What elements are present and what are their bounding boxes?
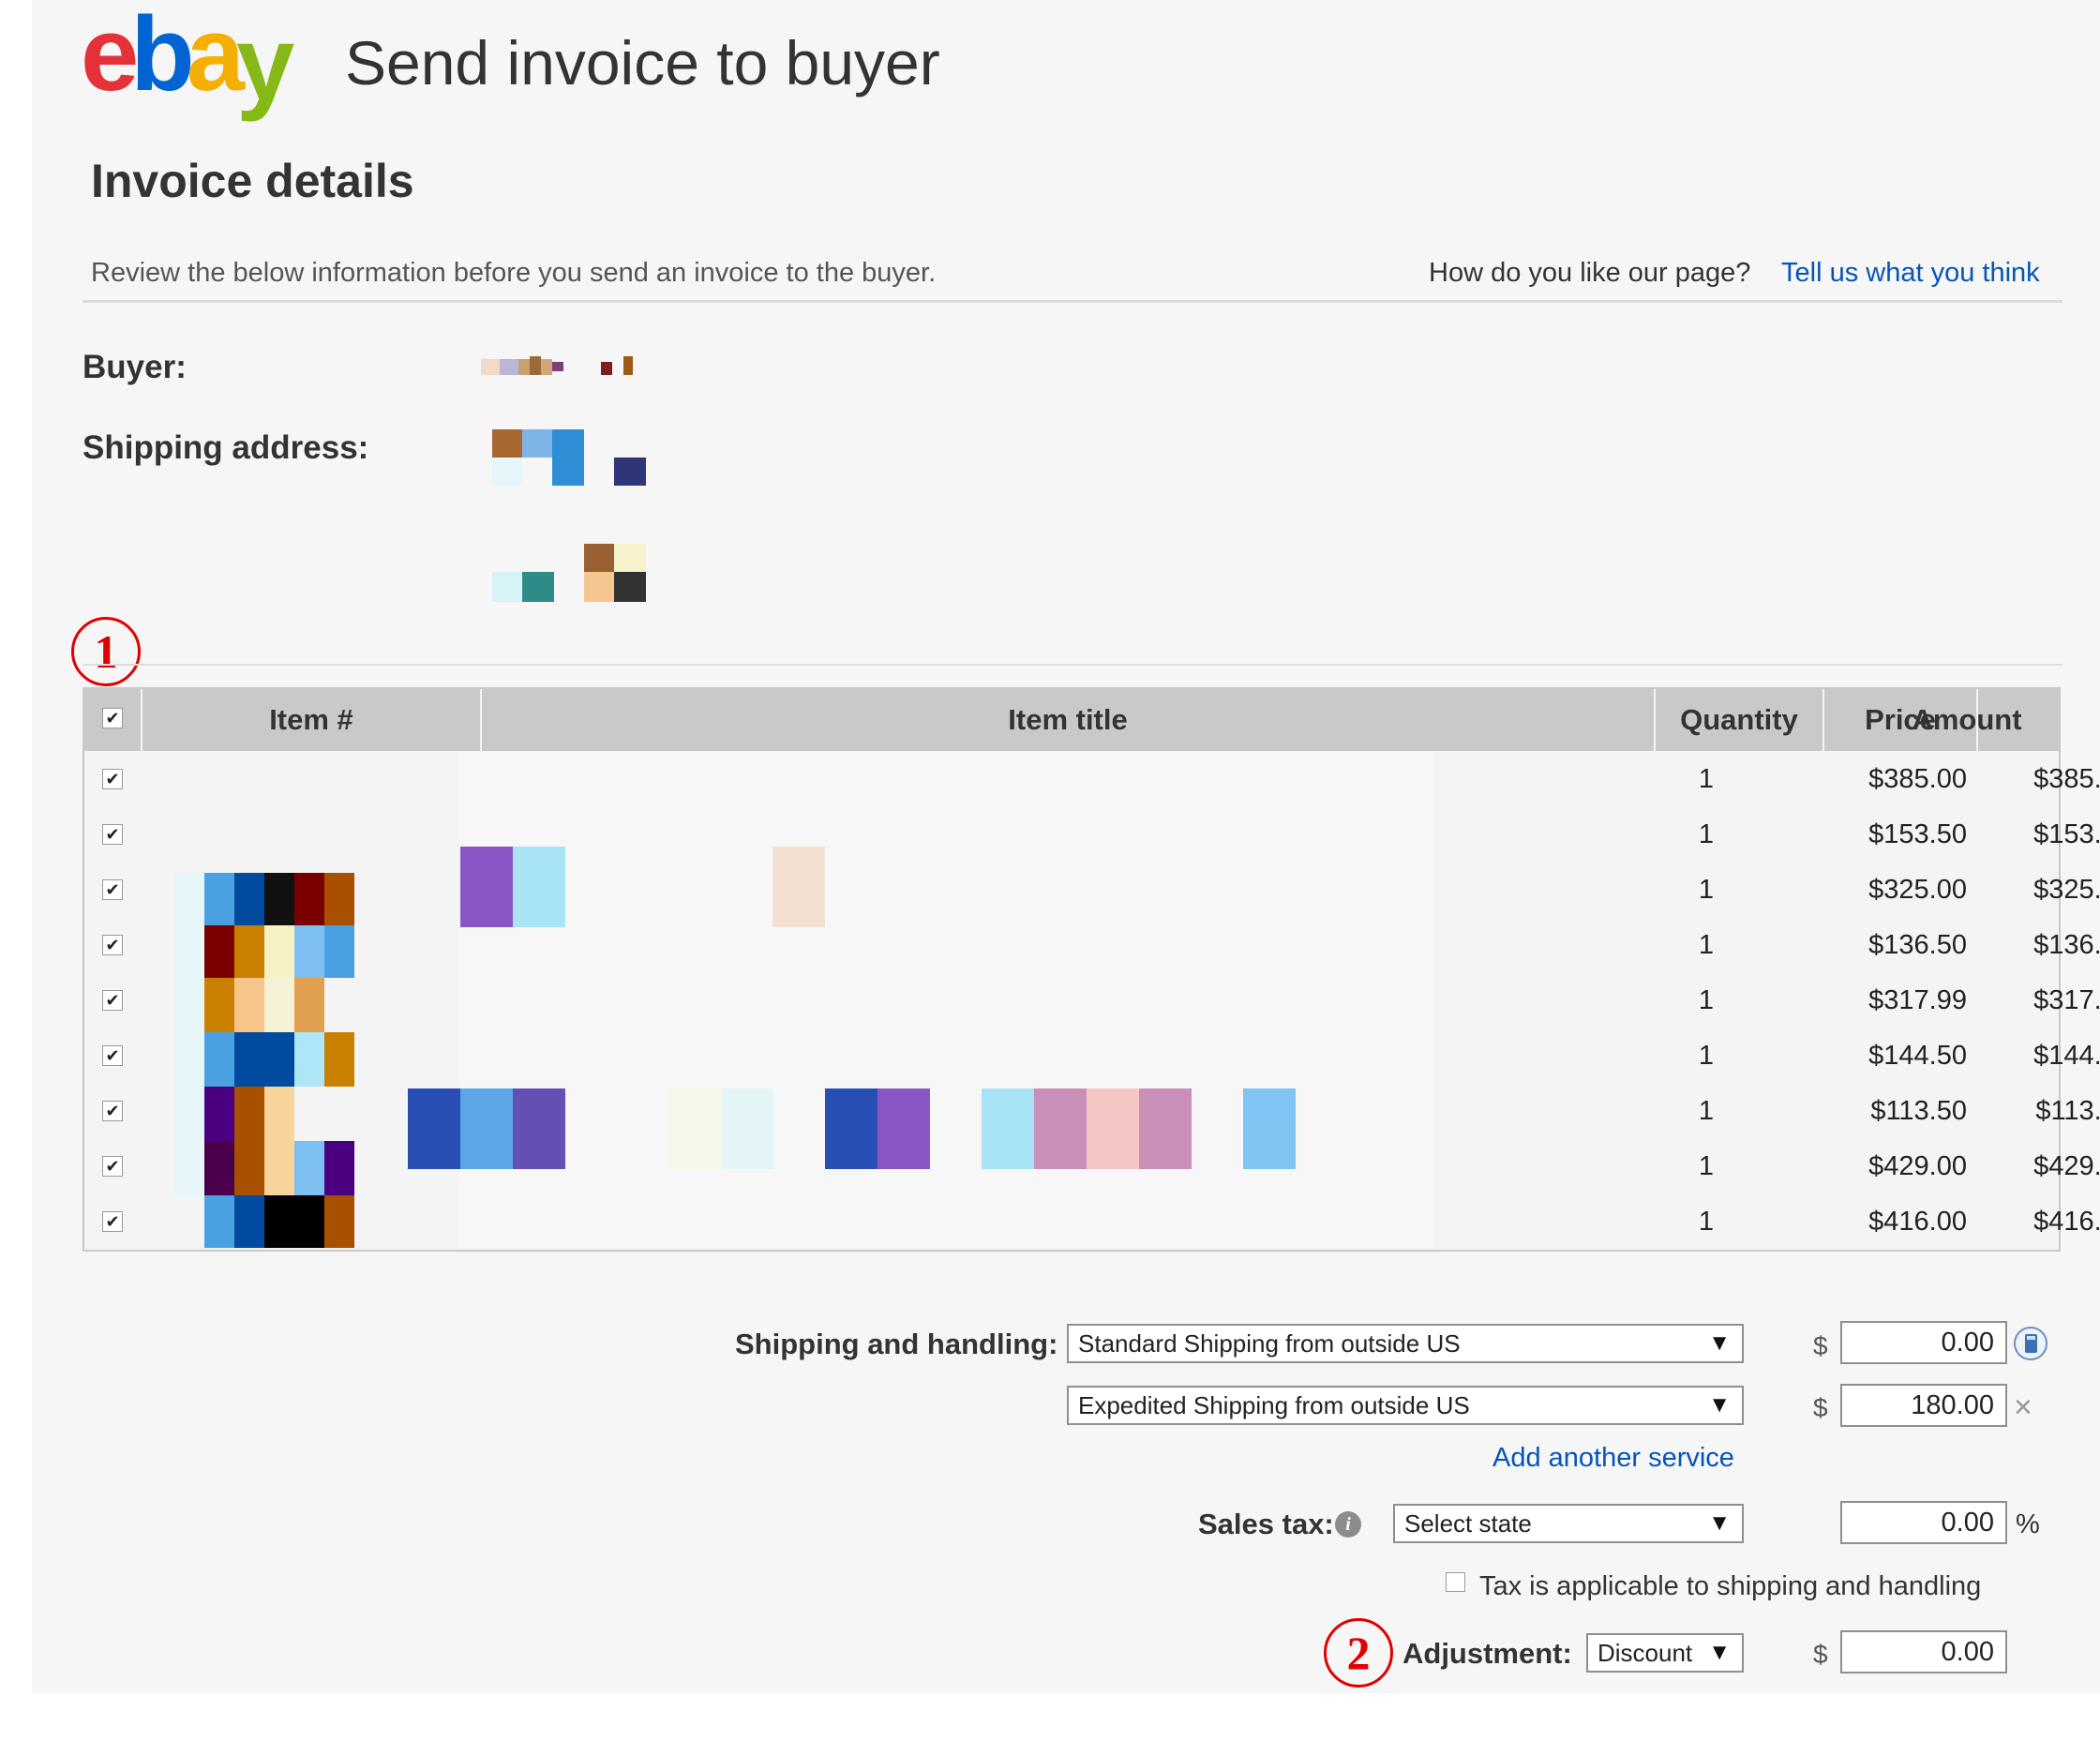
state-select-value: Select state	[1404, 1509, 1532, 1538]
price-cell: $429.00	[1868, 1151, 1967, 1181]
price-cell: $325.00	[1868, 875, 1967, 905]
sales-tax-label: Sales tax:	[1198, 1508, 1334, 1540]
dropdown-arrow-icon: ▼	[1708, 1510, 1731, 1536]
amount-cell: $317.99	[2033, 985, 2100, 1015]
quantity-cell: 1	[1698, 930, 1715, 960]
amount-cell: $429.00	[2033, 1151, 2100, 1181]
marker-2: 2	[1324, 1618, 1393, 1688]
table-header: ✔ Item # Item title Quantity Price Amoun…	[84, 689, 2059, 751]
items-table: ✔ Item # Item title Quantity Price Amoun…	[82, 687, 2100, 1252]
feedback-question: How do you like our page?	[1429, 258, 1751, 288]
row-checkbox[interactable]: ✔	[102, 879, 123, 900]
quantity-cell: 1	[1698, 875, 1715, 905]
divider	[82, 300, 2062, 303]
row-checkbox[interactable]: ✔	[102, 990, 123, 1011]
adjustment-label: Adjustment:	[1402, 1637, 1572, 1670]
tax-shipping-checkbox[interactable]	[1446, 1572, 1465, 1592]
amount-cell: $416.00	[2033, 1207, 2100, 1237]
row-checkbox[interactable]: ✔	[102, 824, 123, 845]
dropdown-arrow-icon: ▼	[1708, 1392, 1731, 1418]
price-cell: $317.99	[1868, 985, 1967, 1015]
adjustment-type-value: Discount	[1598, 1639, 1693, 1667]
buyer-label: Buyer:	[82, 349, 187, 385]
shipping-cost-input-1[interactable]: 0.00	[1840, 1321, 2007, 1364]
row-checkbox[interactable]: ✔	[102, 1156, 123, 1177]
sales-tax-state-select[interactable]: Select state ▼	[1393, 1504, 1744, 1543]
intro-text: Review the below information before you …	[91, 258, 937, 288]
price-cell: $144.50	[1868, 1041, 1967, 1071]
shipping-address-label: Shipping address:	[82, 429, 369, 466]
price-cell: $113.50	[1870, 1096, 1967, 1126]
shipping-handling-label: Shipping and handling:	[735, 1328, 1058, 1360]
shipping-service-select-2[interactable]: Expedited Shipping from outside US ▼	[1067, 1386, 1744, 1425]
dropdown-arrow-icon: ▼	[1708, 1330, 1731, 1356]
shipping-cost-input-2[interactable]: 180.00	[1840, 1384, 2007, 1427]
row-checkbox[interactable]: ✔	[102, 1101, 123, 1121]
row-checkbox[interactable]: ✔	[102, 1211, 123, 1232]
logo-letter-a: a	[186, 0, 245, 113]
quantity-cell: 1	[1698, 1041, 1715, 1071]
marker-1: 1	[71, 617, 141, 686]
quantity-cell: 1	[1698, 1151, 1715, 1181]
price-cell: $416.00	[1868, 1207, 1967, 1237]
currency-symbol: $	[1813, 1640, 1828, 1669]
logo-letter-y: y	[236, 5, 294, 122]
column-header-quantity[interactable]: Quantity	[1656, 689, 1824, 751]
amount-cell: $385.00	[2033, 764, 2100, 794]
ebay-logo[interactable]: ebay	[81, 0, 294, 116]
amount-cell: $153.50	[2033, 819, 2100, 849]
tax-shipping-label: Tax is applicable to shipping and handli…	[1479, 1571, 1982, 1601]
select-all-header: ✔	[84, 689, 142, 751]
quantity-cell: 1	[1698, 985, 1715, 1015]
row-checkbox[interactable]: ✔	[102, 935, 123, 955]
select-all-checkbox[interactable]: ✔	[102, 708, 123, 728]
quantity-cell: 1	[1698, 1207, 1715, 1237]
price-cell: $385.00	[1868, 764, 1967, 794]
adjustment-amount-input[interactable]: 0.00	[1840, 1630, 2007, 1673]
currency-symbol: $	[1813, 1393, 1828, 1422]
amount-cell: $144.50	[2033, 1041, 2100, 1071]
quantity-cell: 1	[1698, 819, 1715, 849]
close-icon[interactable]: ×	[2014, 1391, 2032, 1423]
divider	[82, 664, 2062, 666]
info-icon[interactable]: i	[1335, 1511, 1361, 1538]
section-title: Invoice details	[91, 155, 414, 207]
price-cell: $136.50	[1868, 930, 1967, 960]
price-cell: $153.50	[1868, 819, 1967, 849]
column-header-item-title[interactable]: Item title	[482, 689, 1656, 751]
shipping-service-value: Standard Shipping from outside US	[1078, 1329, 1461, 1358]
shipping-service-value: Expedited Shipping from outside US	[1078, 1391, 1470, 1419]
quantity-cell: 1	[1698, 1096, 1715, 1126]
column-header-amount[interactable]: Amount	[1884, 689, 2049, 751]
quantity-cell: 1	[1698, 764, 1715, 794]
sales-tax-rate-input[interactable]: 0.00	[1840, 1501, 2007, 1544]
adjustment-type-select[interactable]: Discount ▼	[1586, 1633, 1744, 1673]
logo-letter-b: b	[130, 0, 194, 113]
column-header-item-number[interactable]: Item #	[142, 689, 482, 751]
dropdown-arrow-icon: ▼	[1708, 1640, 1731, 1665]
amount-cell: $325.00	[2033, 875, 2100, 905]
percent-symbol: %	[2016, 1509, 2040, 1539]
page-title: Send invoice to buyer	[345, 28, 940, 98]
currency-symbol: $	[1813, 1331, 1828, 1360]
row-checkbox[interactable]: ✔	[102, 1045, 123, 1066]
amount-cell: $136.50	[2033, 930, 2100, 960]
logo-letter-e: e	[81, 0, 139, 113]
row-checkbox[interactable]: ✔	[102, 769, 123, 789]
shipping-service-select-1[interactable]: Standard Shipping from outside US ▼	[1067, 1324, 1744, 1363]
add-another-service-link[interactable]: Add another service	[1492, 1445, 1734, 1472]
amount-cell: $113.50	[2035, 1096, 2100, 1126]
feedback-link[interactable]: Tell us what you think	[1781, 260, 2040, 287]
calculator-icon[interactable]	[2014, 1327, 2048, 1360]
